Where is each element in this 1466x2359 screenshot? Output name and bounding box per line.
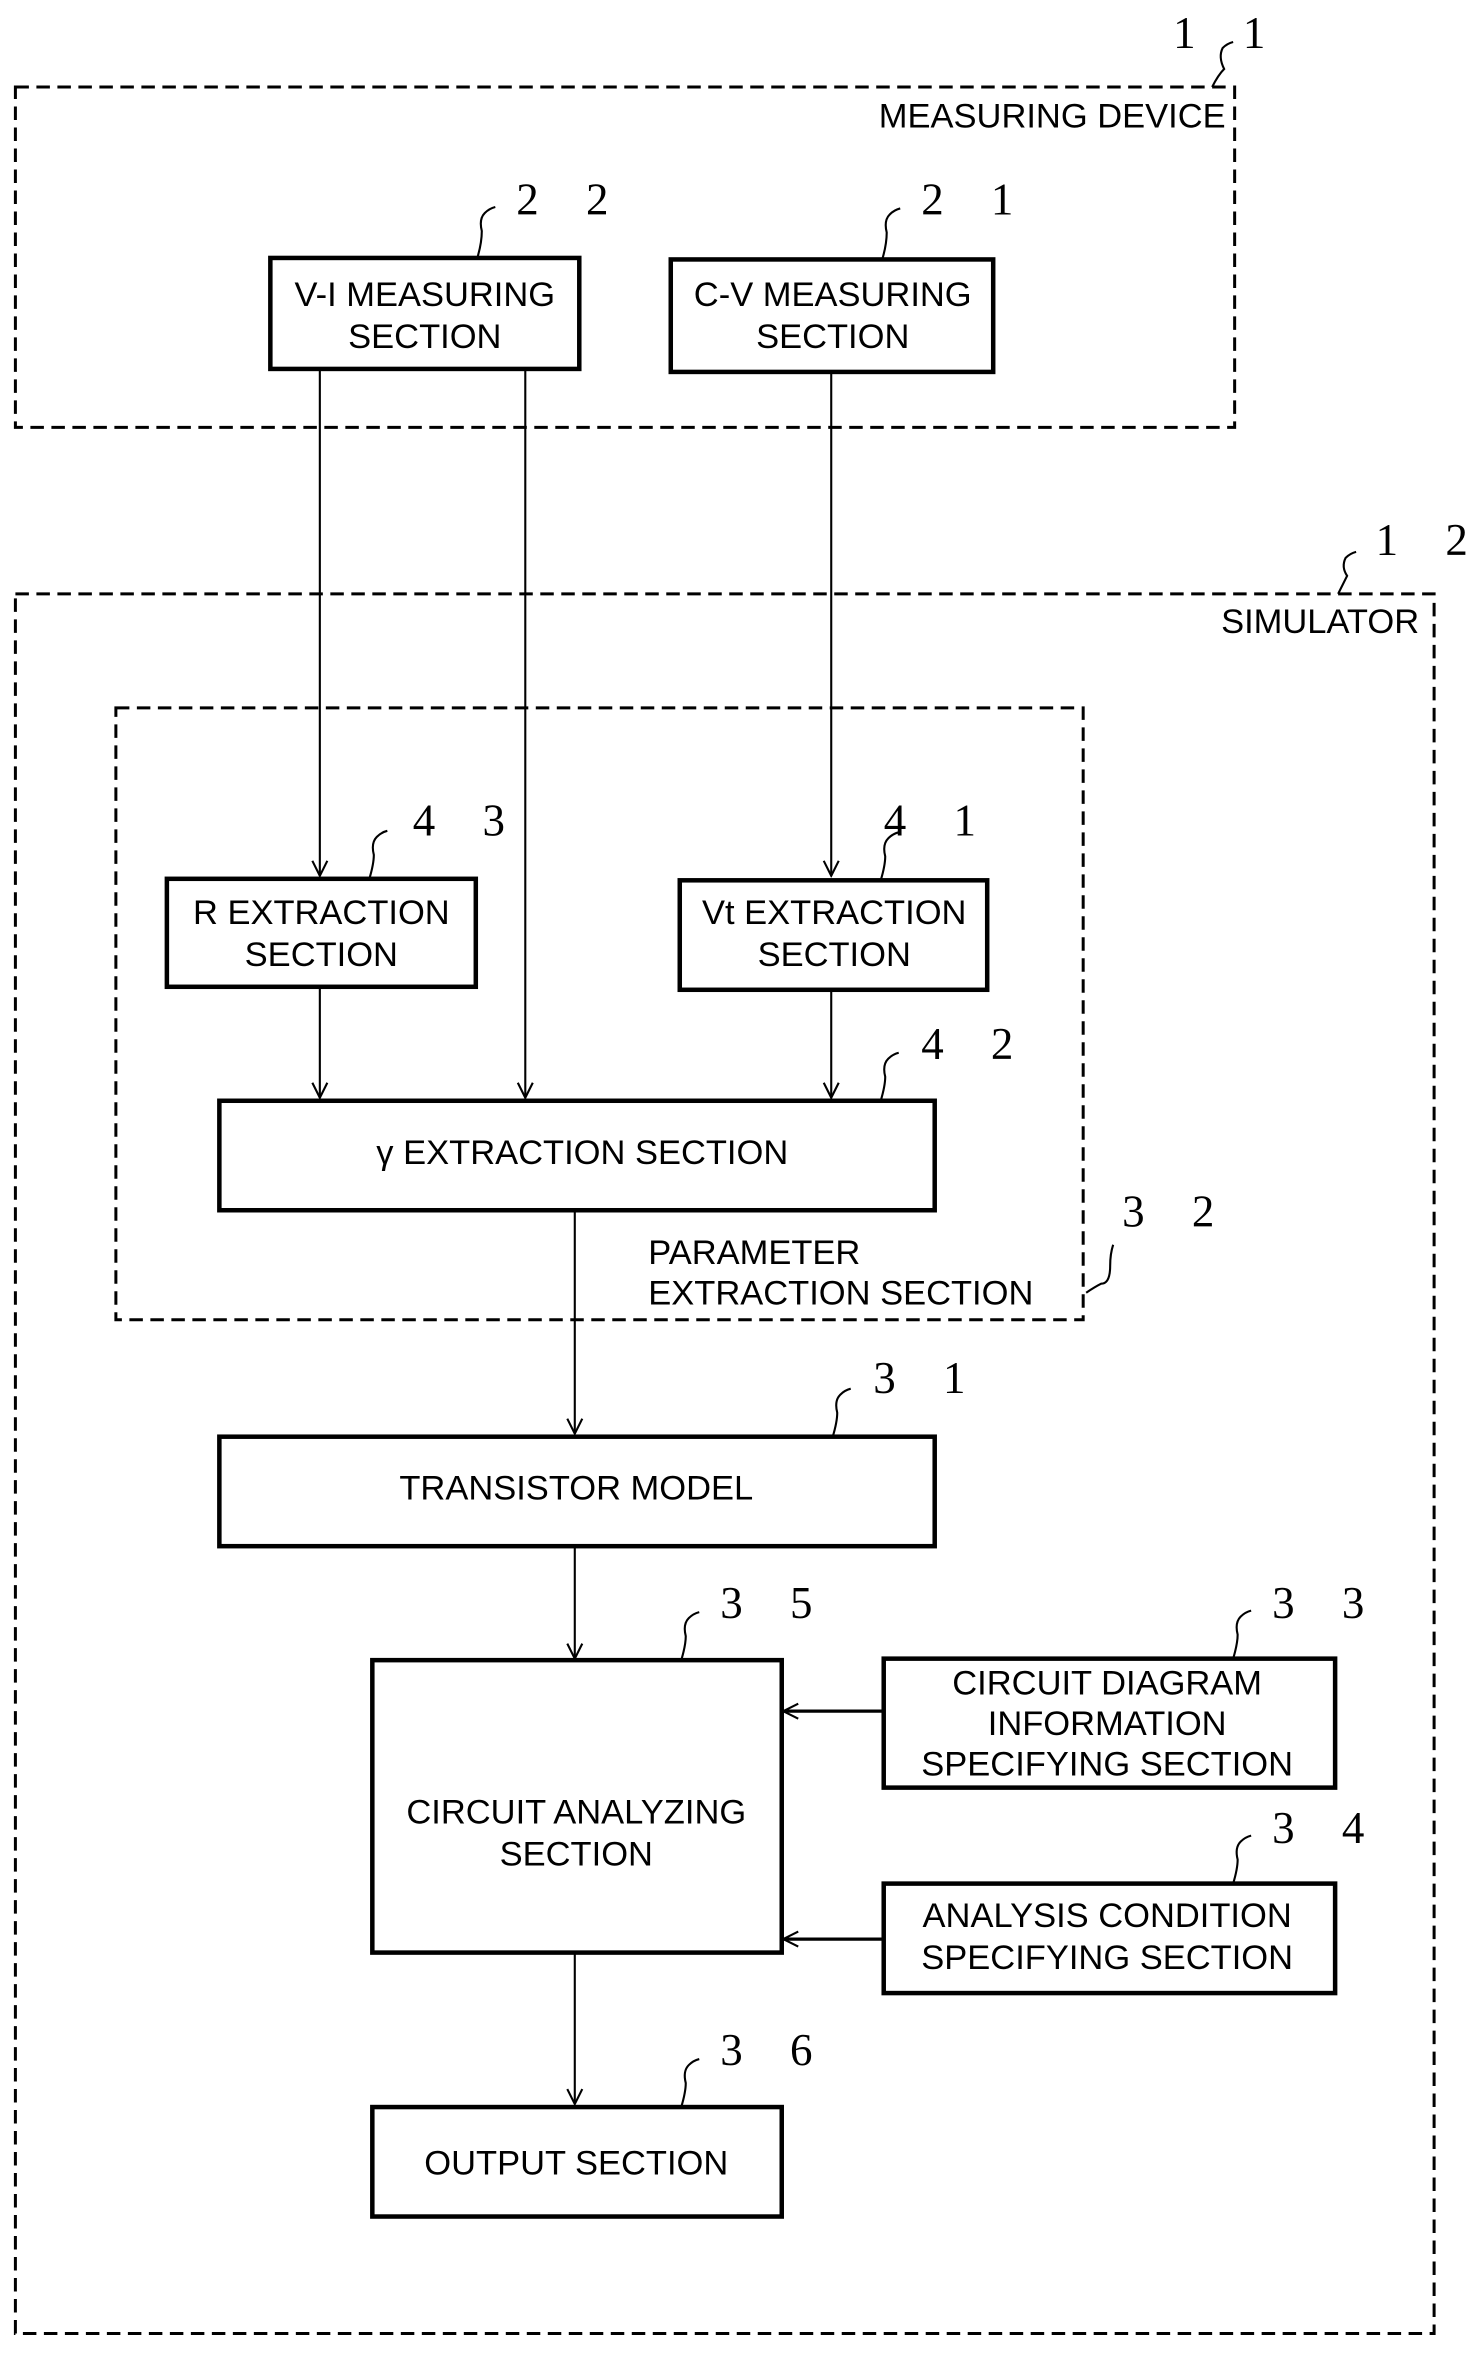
- circuit-analyzing-block: CIRCUIT ANALYZING SECTION 3 5: [370, 1578, 830, 1955]
- vt-extraction-block: Vt EXTRACTION SECTION 4 1: [677, 795, 994, 993]
- circuit-analyzing-line1: CIRCUIT ANALYZING: [406, 1794, 746, 1832]
- measuring-device-label: MEASURING DEVICE: [879, 97, 1226, 135]
- transistor-ref: 3 1: [873, 1353, 983, 1403]
- cv-measuring-line2: SECTION: [756, 318, 909, 356]
- simulator-label: SIMULATOR: [1221, 603, 1419, 641]
- measuring-device-group: MEASURING DEVICE 1 1: [13, 8, 1283, 429]
- simulator-ref: 1 2: [1376, 515, 1466, 565]
- analysis-condition-block: ANALYSIS CONDITION SPECIFYING SECTION 3 …: [881, 1803, 1382, 1996]
- parameter-extraction-ref: 3 2: [1122, 1187, 1232, 1237]
- circuit-diagram-leader: [1232, 1609, 1252, 1659]
- vi-measuring-line1: V-I MEASURING: [295, 276, 556, 314]
- circuit-analyzing-line2: SECTION: [500, 1836, 653, 1874]
- vt-ref: 4 1: [884, 795, 994, 845]
- gamma-ref: 4 2: [921, 1019, 1031, 1069]
- r-ref: 4 3: [413, 795, 523, 845]
- circuit-diagram-line3: SPECIFYING SECTION: [921, 1746, 1293, 1784]
- cv-leader: [881, 207, 901, 260]
- simulator-leader: [1337, 550, 1357, 595]
- analysis-condition-line2: SPECIFYING SECTION: [921, 1939, 1293, 1977]
- gamma-extraction-block: γ EXTRACTION SECTION 4 2: [217, 1019, 1031, 1213]
- output-ref: 3 6: [720, 2025, 830, 2075]
- analysis-condition-line1: ANALYSIS CONDITION: [923, 1897, 1292, 1935]
- cv-ref: 2 1: [921, 174, 1031, 224]
- output-block: OUTPUT SECTION 3 6: [370, 2025, 830, 2219]
- parameter-extraction-leader: [1085, 1244, 1115, 1294]
- transistor-model-block: TRANSISTOR MODEL 3 1: [217, 1353, 983, 1549]
- cv-measuring-line1: C-V MEASURING: [694, 276, 972, 314]
- gamma-extraction-label: γ EXTRACTION SECTION: [376, 1134, 788, 1172]
- gamma-leader: [879, 1051, 899, 1102]
- circuit-analyzing-leader: [680, 1611, 700, 1661]
- analysis-condition-leader: [1232, 1834, 1252, 1884]
- circuit-diagram-ref: 3 3: [1272, 1578, 1382, 1628]
- r-extraction-block: R EXTRACTION SECTION 4 3: [164, 795, 523, 990]
- vi-measuring-line2: SECTION: [348, 318, 501, 356]
- circuit-analyzing-ref: 3 5: [720, 1578, 830, 1628]
- output-leader: [680, 2058, 700, 2108]
- vt-extraction-line2: SECTION: [758, 936, 911, 974]
- circuit-diagram-line2: INFORMATION: [988, 1705, 1227, 1743]
- r-extraction-line1: R EXTRACTION: [193, 894, 450, 932]
- vi-ref: 2 2: [516, 174, 626, 224]
- r-extraction-line2: SECTION: [245, 936, 398, 974]
- vi-measuring-block: V-I MEASURING SECTION 2 2: [268, 174, 626, 372]
- vi-leader: [476, 205, 496, 259]
- parameter-extraction-label-line2: EXTRACTION SECTION: [648, 1275, 1033, 1313]
- vt-extraction-line1: Vt EXTRACTION: [702, 894, 966, 932]
- transistor-model-label: TRANSISTOR MODEL: [399, 1470, 753, 1508]
- parameter-extraction-label-line1: PARAMETER: [648, 1234, 860, 1272]
- measuring-device-border: [13, 85, 1237, 429]
- transistor-leader: [831, 1387, 852, 1437]
- measuring-device-ref: 1 1: [1173, 8, 1283, 58]
- parameter-extraction-group: PARAMETER EXTRACTION SECTION 3 2: [114, 706, 1232, 1322]
- output-label: OUTPUT SECTION: [424, 2145, 728, 2183]
- r-leader: [368, 829, 388, 880]
- block-diagram: MEASURING DEVICE 1 1 SIMULATOR 1 2 PARAM…: [13, 8, 1466, 2336]
- circuit-diagram-info-block: CIRCUIT DIAGRAM INFORMATION SPECIFYING S…: [881, 1578, 1382, 1790]
- circuit-diagram-line1: CIRCUIT DIAGRAM: [952, 1665, 1262, 1703]
- analysis-condition-ref: 3 4: [1272, 1803, 1382, 1853]
- cv-measuring-block: C-V MEASURING SECTION 2 1: [668, 174, 1031, 375]
